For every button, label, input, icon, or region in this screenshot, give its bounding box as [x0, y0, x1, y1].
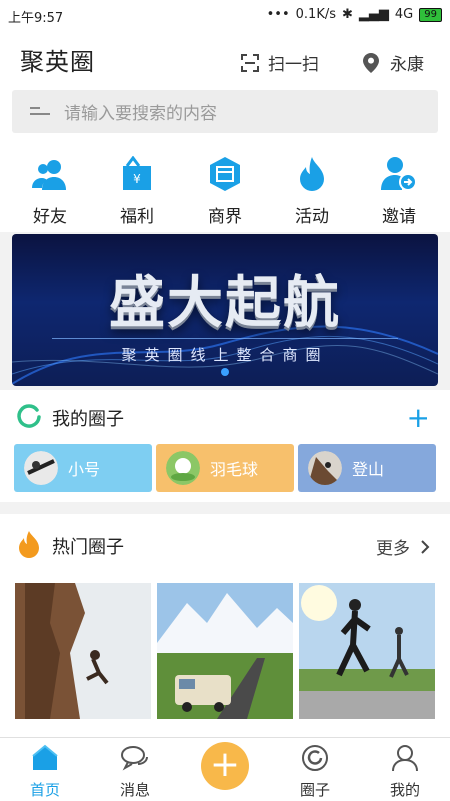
battery-indicator: 99 — [419, 7, 442, 22]
tab-label: 我的 — [389, 781, 420, 799]
avatar — [166, 451, 200, 485]
location-button[interactable]: 永康 — [362, 50, 424, 75]
banner-divider — [52, 338, 398, 339]
friends-icon — [32, 160, 66, 190]
category-label: 活动 — [295, 207, 329, 227]
tab-home[interactable]: 首页 — [0, 744, 90, 800]
location-pin-icon — [363, 52, 379, 73]
category-label: 好友 — [33, 207, 67, 227]
category-friends[interactable]: 好友 — [15, 156, 85, 227]
banner-subtitle: 聚英圈线上整合商圈 — [121, 346, 329, 364]
more-label: 更多 — [376, 539, 410, 559]
chat-bubbles-icon — [121, 746, 148, 771]
status-dots: ••• — [266, 7, 290, 22]
scan-button[interactable]: 扫一扫 — [240, 50, 319, 75]
tab-label: 首页 — [29, 781, 60, 799]
home-icon — [32, 744, 58, 770]
search-section: 请输入要搜索的内容 — [0, 90, 450, 146]
my-circles-section: 我的圈子 + 小号 羽毛球 登山 — [0, 390, 450, 502]
flame-icon — [300, 157, 324, 191]
search-input[interactable]: 请输入要搜索的内容 — [12, 90, 438, 133]
status-bar: 上午9:57 ••• 0.1K/s ✱ ▂▄▆ 4G 99 — [0, 0, 450, 32]
tab-label: 消息 — [119, 781, 150, 799]
flame-icon — [19, 531, 39, 558]
status-network: 4G — [394, 7, 414, 22]
hot-circle-climbing[interactable] — [15, 583, 151, 719]
roadtrip-photo — [157, 583, 293, 719]
menu-lines-icon — [30, 106, 50, 115]
hot-circles-section: 热门圈子 更多 — [0, 514, 450, 738]
hot-circles-title: 热门圈子 — [52, 537, 124, 558]
category-business[interactable]: 商界 — [190, 156, 260, 227]
search-placeholder: 请输入要搜索的内容 — [64, 104, 217, 124]
status-right: ••• 0.1K/s ✱ ▂▄▆ 4G 99 — [267, 7, 442, 22]
status-speed: 0.1K/s — [295, 7, 336, 22]
my-circles-title: 我的圈子 — [52, 409, 124, 430]
circle-icon — [302, 745, 328, 771]
category-invite[interactable]: 邀请 — [364, 156, 434, 227]
app-logo: 聚英圈 — [20, 48, 95, 76]
tab-circles[interactable]: 圈子 — [270, 744, 360, 800]
more-button[interactable]: 更多 — [376, 534, 430, 559]
banner-title: 盛大起航 — [109, 270, 341, 336]
scan-label: 扫一扫 — [268, 55, 319, 75]
hot-circle-roadtrip[interactable] — [157, 583, 293, 719]
add-circle-button[interactable]: + — [407, 404, 430, 432]
promo-banner[interactable]: 盛大起航 聚英圈线上整合商圈 — [12, 234, 438, 386]
circle-name: 小号 — [68, 460, 101, 479]
category-label: 商界 — [208, 207, 242, 227]
svg-text:¥: ¥ — [133, 172, 141, 186]
category-grid: 好友 ¥ 福利 商界 活动 邀请 — [0, 146, 450, 232]
status-time: 上午9:57 — [8, 11, 64, 26]
circle-chip-hiking[interactable]: 登山 — [298, 444, 436, 492]
bluetooth-icon: ✱ — [342, 7, 353, 22]
tab-messages[interactable]: 消息 — [90, 744, 180, 800]
category-activity[interactable]: 活动 — [277, 156, 347, 227]
location-label: 永康 — [390, 55, 424, 75]
circle-refresh-icon — [17, 404, 41, 428]
create-button[interactable]: + — [201, 742, 249, 790]
carousel-indicator — [221, 368, 229, 376]
avatar — [24, 451, 58, 485]
circle-chip-xiaohao[interactable]: 小号 — [14, 444, 152, 492]
gift-bag-icon: ¥ — [123, 155, 151, 190]
app-header: 聚英圈 扫一扫 永康 — [0, 32, 450, 90]
hot-circle-running[interactable] — [299, 583, 435, 719]
signal-icon: ▂▄▆ — [358, 7, 389, 22]
tab-profile[interactable]: 我的 — [360, 744, 450, 800]
circle-chip-badminton[interactable]: 羽毛球 — [156, 444, 294, 492]
category-label: 福利 — [120, 207, 154, 227]
category-label: 邀请 — [382, 207, 416, 227]
shop-icon — [210, 157, 240, 191]
circle-name: 登山 — [352, 460, 385, 479]
climbing-photo — [15, 583, 151, 719]
invite-user-icon — [381, 157, 417, 191]
scan-icon — [241, 53, 259, 72]
user-icon — [392, 745, 418, 772]
category-welfare[interactable]: ¥ 福利 — [102, 155, 172, 227]
tab-label: 圈子 — [299, 781, 330, 799]
avatar — [308, 451, 342, 485]
circle-name: 羽毛球 — [210, 460, 259, 479]
chevron-right-icon — [421, 539, 430, 554]
running-photo — [299, 583, 435, 719]
